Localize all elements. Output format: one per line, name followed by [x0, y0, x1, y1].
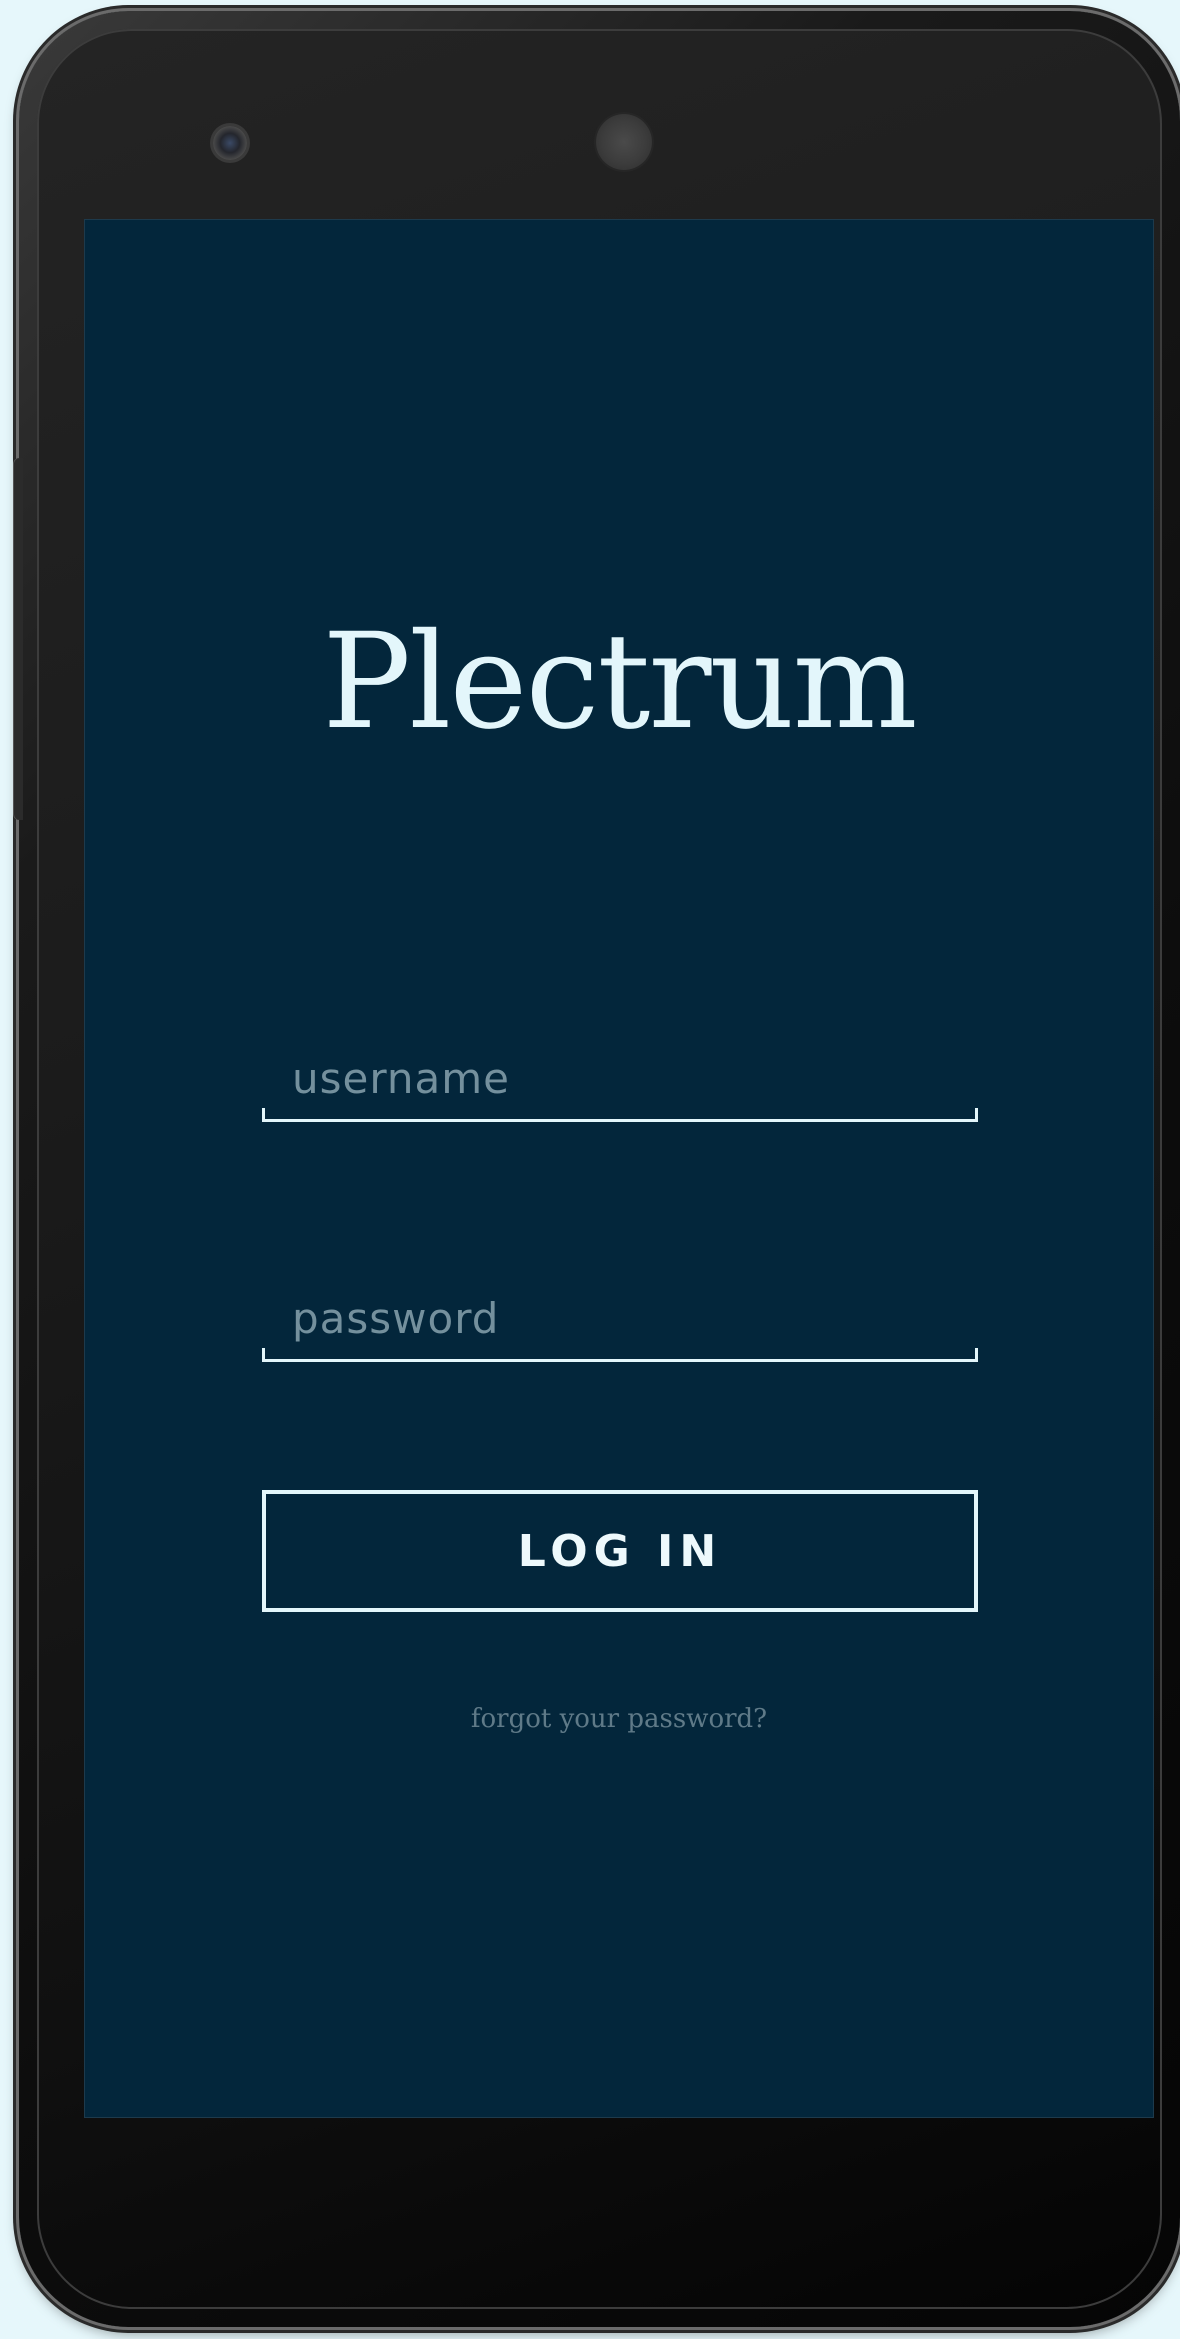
front-camera-icon — [213, 126, 247, 160]
password-underline — [262, 1348, 978, 1362]
login-screen: Plectrum LOG IN forgot your password? — [85, 220, 1153, 2117]
password-input[interactable] — [262, 1282, 978, 1354]
login-button[interactable]: LOG IN — [262, 1490, 978, 1612]
side-volume-button — [13, 458, 23, 820]
earpiece-speaker-icon — [596, 114, 652, 170]
password-field[interactable] — [262, 1282, 978, 1362]
username-input[interactable] — [262, 1042, 978, 1114]
forgot-password-link[interactable]: forgot your password? — [85, 1704, 1153, 1734]
username-underline — [262, 1108, 978, 1122]
username-field[interactable] — [262, 1042, 978, 1122]
app-logo: Plectrum — [322, 605, 917, 759]
phone-frame: Plectrum LOG IN forgot your password? — [19, 11, 1180, 2327]
